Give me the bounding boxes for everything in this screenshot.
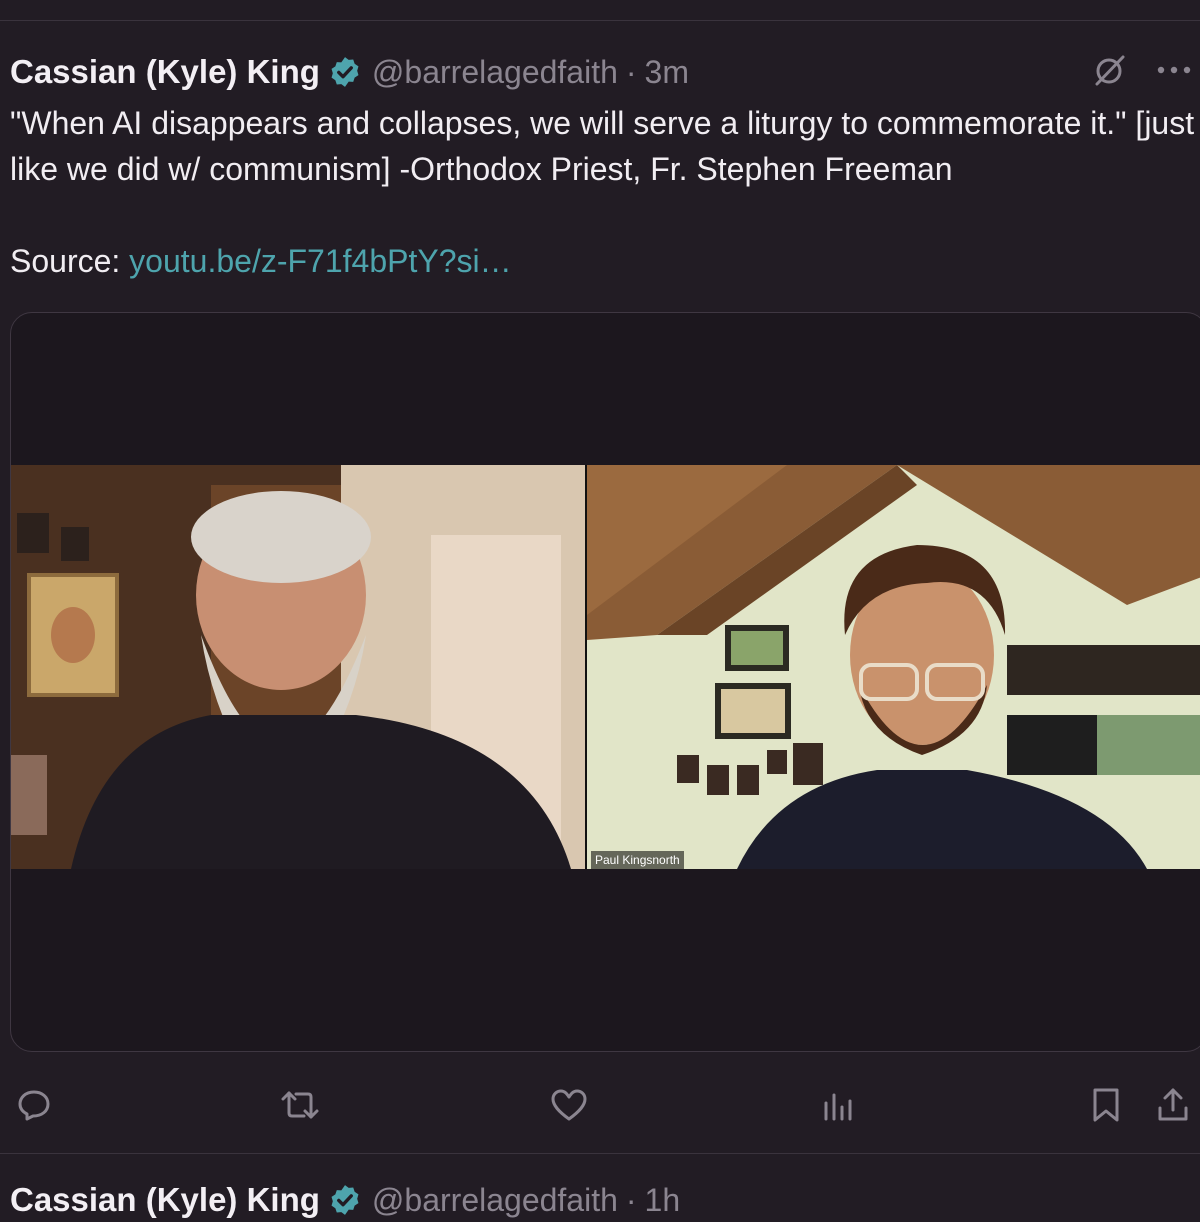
- right-participant-frame: [587, 465, 1200, 869]
- reply-icon: [18, 1090, 50, 1121]
- source-link[interactable]: youtu.be/z-F71f4bPtY?si…: [129, 243, 511, 279]
- verified-badge-icon: [331, 1185, 359, 1215]
- bottom-divider: [0, 1153, 1200, 1154]
- video-left-participant: [11, 465, 585, 869]
- share-button[interactable]: [1148, 1080, 1198, 1130]
- more-icon[interactable]: [1156, 64, 1192, 76]
- bookmark-icon: [1093, 1088, 1119, 1122]
- bookmark-button[interactable]: [1081, 1080, 1131, 1130]
- video-right-participant: Paul Kingsnorth: [587, 465, 1200, 869]
- separator-dot: ·: [625, 53, 637, 90]
- tweet-text: "When AI disappears and collapses, we wi…: [10, 105, 1195, 187]
- left-participant-frame: [11, 465, 585, 869]
- source-line: Source: youtu.be/z-F71f4bPtY?si…: [10, 238, 512, 284]
- like-icon: [551, 1089, 587, 1121]
- next-tweet-timestamp[interactable]: 1h: [645, 1182, 681, 1219]
- author-name[interactable]: Cassian (Kyle) King: [10, 53, 320, 91]
- top-divider: [0, 20, 1200, 21]
- tweet-header: Cassian (Kyle) King @barrelagedfaith · 3…: [10, 50, 689, 94]
- media-card[interactable]: Paul Kingsnorth: [10, 312, 1200, 1052]
- reply-button[interactable]: [9, 1080, 59, 1130]
- next-tweet-header: Cassian (Kyle) King @barrelagedfaith · 1…: [10, 1178, 680, 1222]
- next-author-name[interactable]: Cassian (Kyle) King: [10, 1181, 320, 1219]
- views-icon: [824, 1093, 852, 1121]
- next-author-handle[interactable]: @barrelagedfaith: [372, 1182, 618, 1219]
- header-actions: [1092, 52, 1192, 88]
- views-button[interactable]: [813, 1080, 863, 1130]
- source-label: Source:: [10, 243, 130, 279]
- tweet-timestamp[interactable]: 3m: [645, 54, 689, 91]
- verified-badge-icon: [331, 57, 359, 87]
- retweet-button[interactable]: [275, 1080, 325, 1130]
- video-player[interactable]: Paul Kingsnorth: [11, 465, 1200, 869]
- tweet-actions: [0, 1080, 1200, 1130]
- author-handle[interactable]: @barrelagedfaith: [372, 54, 618, 91]
- next-separator-dot: ·: [625, 1181, 637, 1218]
- retweet-icon: [281, 1091, 319, 1119]
- participant-name-tag: Paul Kingsnorth: [591, 851, 684, 869]
- grok-icon[interactable]: [1092, 52, 1128, 88]
- share-icon: [1158, 1088, 1188, 1121]
- like-button[interactable]: [544, 1080, 594, 1130]
